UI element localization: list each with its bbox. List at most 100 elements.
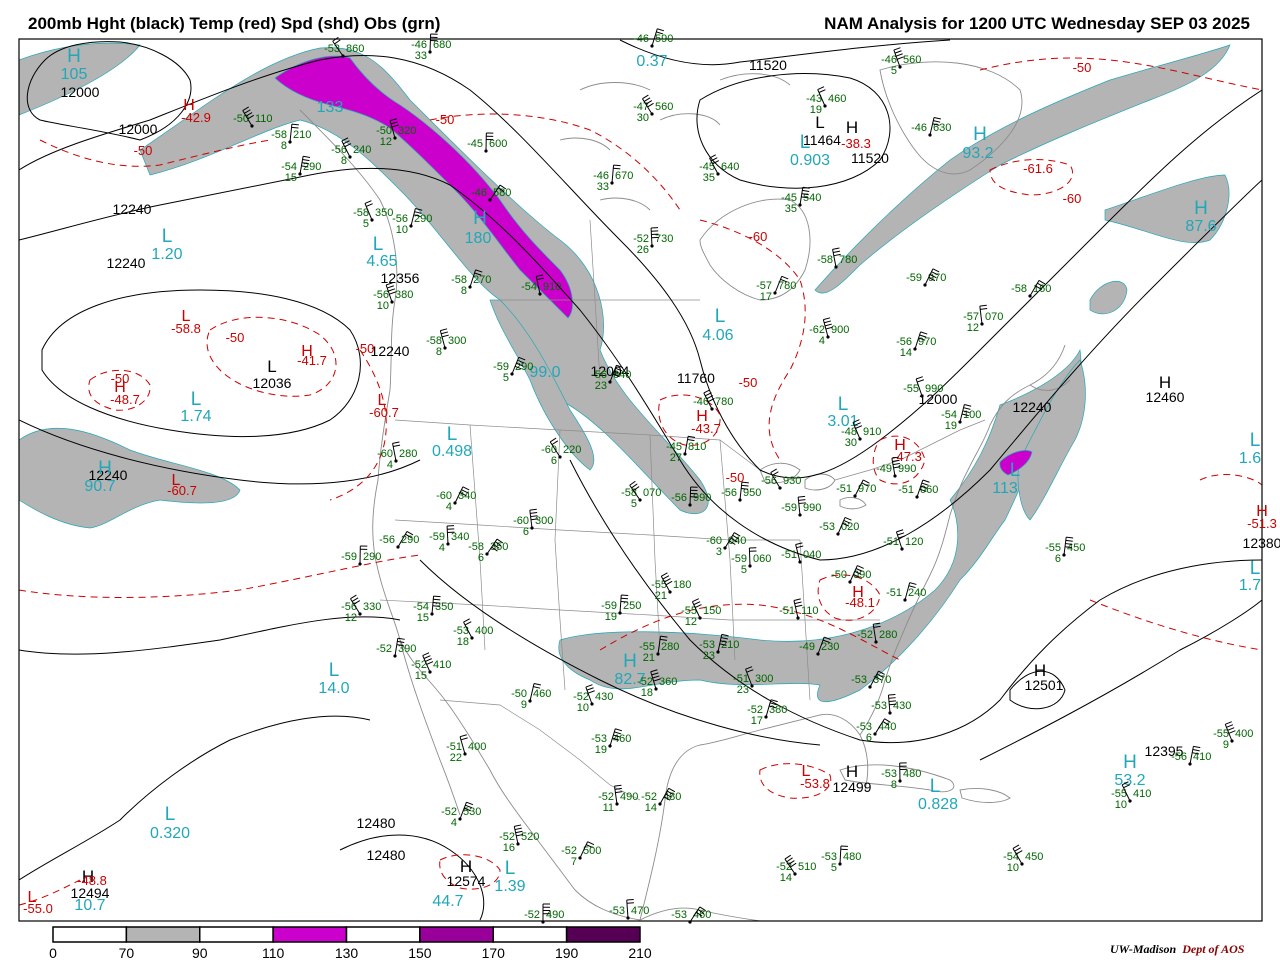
station-height: 430 xyxy=(893,700,911,712)
station-temperature: -45 xyxy=(467,138,483,150)
wind-barb-feather xyxy=(397,637,405,640)
wind-barb-feather xyxy=(291,126,299,129)
wind-barb-feather xyxy=(613,167,621,170)
station-dewpoint-depression: 6 xyxy=(1055,553,1061,565)
temperature-label: -50 xyxy=(436,112,455,127)
height-label: 12480 xyxy=(357,815,396,831)
wind-barb-feather xyxy=(642,94,649,100)
height-label: 12000 xyxy=(61,84,100,100)
station-height: 120 xyxy=(905,536,923,548)
station-height: 560 xyxy=(655,101,673,113)
station-dewpoint-depression: 19 xyxy=(810,104,822,116)
station-temperature: -49 xyxy=(799,641,815,653)
wind-barb-feather xyxy=(392,441,400,444)
station-plot: -59 3404 xyxy=(429,525,469,554)
station-dewpoint-depression: 21 xyxy=(643,652,655,664)
speed-label: 105 xyxy=(61,66,88,83)
wind-barb-feather xyxy=(1193,745,1201,749)
station-height: 350 xyxy=(375,207,393,219)
station-dewpoint-depression: 6 xyxy=(551,455,557,467)
speed-label: 180 xyxy=(465,230,492,247)
station-height: 440 xyxy=(878,721,896,733)
station-height: 460 xyxy=(828,93,846,105)
station-height: 110 xyxy=(255,113,273,125)
station-height: 150 xyxy=(703,605,721,617)
wind-barb-feather xyxy=(393,444,401,448)
station-height: 210 xyxy=(293,129,311,141)
jet-streak-gray xyxy=(139,47,709,515)
station-plot: -51 120 xyxy=(883,529,923,551)
station-temperature: -53 xyxy=(671,909,687,921)
jet-streak-gray xyxy=(19,427,241,529)
station-dewpoint-depression: 8 xyxy=(341,155,347,167)
station-dewpoint-depression: 10 xyxy=(1007,862,1019,874)
station-temperature: -52 xyxy=(376,643,392,655)
speed-label: 0.903 xyxy=(790,152,830,169)
station-height: 990 xyxy=(925,383,943,395)
station-height: 400 xyxy=(468,741,486,753)
height-label: 12240 xyxy=(371,343,410,359)
station-plot: -56 38010 xyxy=(373,282,413,312)
wind-barb-feather xyxy=(692,598,699,603)
wind-barb-feather xyxy=(920,331,928,335)
station-height: 360 xyxy=(659,676,677,688)
temperature-label: -50 xyxy=(356,341,375,356)
speed-center-marker: L xyxy=(162,226,173,247)
station-plot: -52 38017 xyxy=(747,699,787,727)
station-dewpoint-depression: 15 xyxy=(417,612,429,624)
station-temperature: -53 xyxy=(871,700,887,712)
station-height: 530 xyxy=(463,806,481,818)
credit-dept: Dept of AOS xyxy=(1182,942,1245,956)
station-height: 400 xyxy=(475,625,493,637)
speed-center-marker: L xyxy=(373,234,384,255)
wind-barb-feather xyxy=(441,331,449,335)
station-height: 560 xyxy=(903,54,921,66)
station-plot: -56 33012 xyxy=(341,594,381,624)
temperature-center-marker: H xyxy=(114,379,126,396)
wind-barb-feather xyxy=(888,697,896,699)
station-plot: -52 52016 xyxy=(499,824,539,854)
height-label: 12240 xyxy=(113,201,152,217)
temperature-center-marker: H xyxy=(301,343,313,360)
station-plot: -59 290 xyxy=(341,545,381,566)
height-center-marker: H xyxy=(846,762,858,781)
station-temperature: -59 xyxy=(781,502,797,514)
station-plot: -58 3506 xyxy=(468,538,508,564)
station-temperature: -50 xyxy=(233,113,249,125)
station-height: 160 xyxy=(1033,283,1051,295)
wind-barb-feather xyxy=(613,164,621,167)
station-plot: -56 950 xyxy=(721,481,761,502)
speed-label: 14.0 xyxy=(318,680,349,697)
speed-center-marker: L xyxy=(1250,430,1261,451)
station-height: 320 xyxy=(398,125,416,137)
station-dewpoint-depression: 5 xyxy=(503,372,509,384)
wind-barb-feather xyxy=(770,468,777,473)
station-height: 410 xyxy=(1193,751,1211,763)
station-plot: -45 600 xyxy=(467,132,507,153)
wind-barb-feather xyxy=(888,700,897,703)
height-center-marker: H xyxy=(1159,373,1171,392)
station-plot: -59 970 xyxy=(906,268,946,287)
station-height: 110 xyxy=(801,605,819,617)
wind-barb-feather xyxy=(366,203,373,207)
station-dewpoint-depression: 15 xyxy=(415,670,427,682)
wind-barb-feather xyxy=(709,154,716,159)
wind-barb xyxy=(429,33,432,53)
station-dewpoint-depression: 5 xyxy=(891,65,897,77)
station-height: 630 xyxy=(933,122,951,134)
map-title: 200mb Hght (black) Temp (red) Spd (shd) … xyxy=(28,14,441,33)
station-plot: -58 3505 xyxy=(353,200,393,230)
wind-barb-feather xyxy=(614,784,622,787)
station-plot: -52 49011 xyxy=(598,784,638,814)
wind-barb-feather xyxy=(823,317,831,321)
model-run-title: NAM Analysis for 1200 UTC Wednesday SEP … xyxy=(824,14,1250,33)
height-label: 12499 xyxy=(833,779,872,795)
height-label: 12356 xyxy=(381,270,420,286)
station-temperature: -51 xyxy=(883,536,899,548)
station-plot: -58 2708 xyxy=(451,269,491,297)
station-plot: -59 990 xyxy=(781,495,821,517)
station-dewpoint-depression: 35 xyxy=(703,172,715,184)
station-plot: -58 2108 xyxy=(271,123,311,152)
station-plot: -52 48014 xyxy=(641,787,681,814)
wind-barb-feather xyxy=(781,275,789,280)
